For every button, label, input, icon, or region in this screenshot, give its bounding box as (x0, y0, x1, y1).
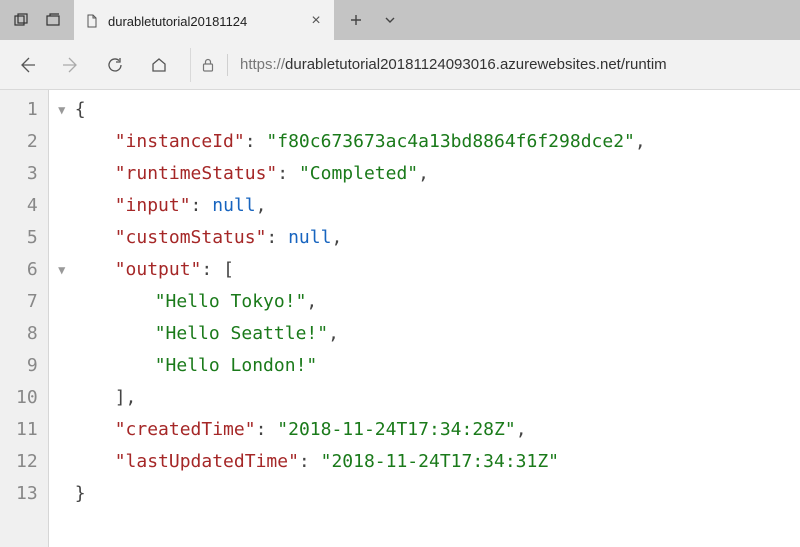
code-line: "Hello Seattle!", (75, 318, 800, 350)
code-line: "instanceId": "f80c673673ac4a13bd8864f6f… (75, 126, 800, 158)
show-tabs-icon[interactable] (38, 5, 68, 35)
line-number: 11 (0, 414, 48, 446)
address-url: https://durabletutorial20181124093016.az… (240, 56, 667, 73)
fold-arrow-icon[interactable]: ▼ (49, 254, 75, 286)
code-line: "customStatus": null, (75, 222, 800, 254)
line-number: 2 (0, 126, 48, 158)
line-number: 13 (0, 478, 48, 510)
fold-arrow-icon (49, 350, 75, 382)
forward-button[interactable] (54, 48, 88, 82)
code-line: "input": null, (75, 190, 800, 222)
code-line: "output": [ (75, 254, 800, 286)
fold-arrow-icon (49, 190, 75, 222)
code-line: ], (75, 382, 800, 414)
home-button[interactable] (142, 48, 176, 82)
back-button[interactable] (10, 48, 44, 82)
new-tab-button[interactable] (340, 4, 372, 36)
fold-arrow-icon (49, 414, 75, 446)
line-number: 12 (0, 446, 48, 478)
tabs-aside-icon[interactable] (6, 5, 36, 35)
fold-arrow-icon (49, 286, 75, 318)
fold-arrow-icon[interactable]: ▼ (49, 94, 75, 126)
line-number: 4 (0, 190, 48, 222)
fold-arrow-icon (49, 478, 75, 510)
titlebar: durabletutorial20181124 × (0, 0, 800, 40)
code-line: "lastUpdatedTime": "2018-11-24T17:34:31Z… (75, 446, 800, 478)
close-tab-icon[interactable]: × (308, 12, 324, 30)
window-controls (0, 0, 74, 40)
fold-arrow-icon (49, 158, 75, 190)
address-bar[interactable]: https://durabletutorial20181124093016.az… (190, 48, 790, 82)
code-line: } (75, 478, 800, 510)
fold-arrow-icon (49, 126, 75, 158)
fold-arrow-icon (49, 446, 75, 478)
fold-gutter: ▼▼ (49, 90, 75, 547)
line-number: 6 (0, 254, 48, 286)
code-line: "Hello London!" (75, 350, 800, 382)
line-number: 1 (0, 94, 48, 126)
tab-actions (334, 0, 412, 40)
separator (227, 54, 228, 76)
code-line: "runtimeStatus": "Completed", (75, 158, 800, 190)
line-number: 5 (0, 222, 48, 254)
refresh-button[interactable] (98, 48, 132, 82)
navbar: https://durabletutorial20181124093016.az… (0, 40, 800, 90)
fold-arrow-icon (49, 382, 75, 414)
code-line: { (75, 94, 800, 126)
code-line: "createdTime": "2018-11-24T17:34:28Z", (75, 414, 800, 446)
code-line: "Hello Tokyo!", (75, 286, 800, 318)
code-body[interactable]: {"instanceId": "f80c673673ac4a13bd8864f6… (75, 90, 800, 547)
line-number: 7 (0, 286, 48, 318)
tab-title: durabletutorial20181124 (108, 14, 300, 29)
line-number: 8 (0, 318, 48, 350)
line-number: 10 (0, 382, 48, 414)
line-numbers: 12345678910111213 (0, 90, 49, 547)
line-number: 3 (0, 158, 48, 190)
fold-arrow-icon (49, 318, 75, 350)
lock-icon (201, 57, 215, 73)
tab-menu-button[interactable] (374, 4, 406, 36)
page-icon (84, 13, 100, 29)
json-viewer: 12345678910111213 ▼▼ {"instanceId": "f80… (0, 90, 800, 547)
browser-tab[interactable]: durabletutorial20181124 × (74, 0, 334, 40)
line-number: 9 (0, 350, 48, 382)
fold-arrow-icon (49, 222, 75, 254)
